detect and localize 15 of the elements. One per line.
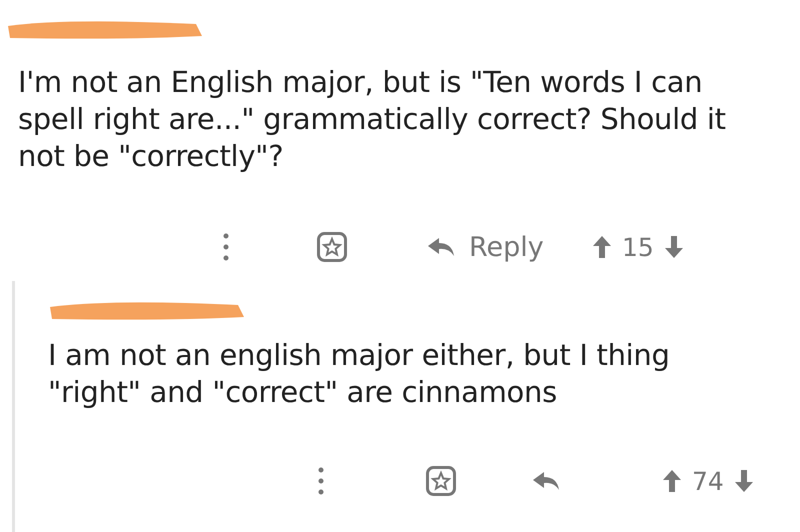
save-icon[interactable]: [317, 232, 347, 262]
reply-arrow-icon[interactable]: [532, 471, 560, 491]
downvote-icon[interactable]: [664, 235, 684, 259]
upvote-icon[interactable]: [592, 235, 612, 259]
more-icon[interactable]: [318, 467, 324, 495]
upvote-icon[interactable]: [662, 469, 682, 493]
vote-count: 15: [622, 232, 654, 262]
comment-text: I am not an english major either, but I thing "right" and "correct" are cinnamons: [48, 337, 671, 411]
save-icon[interactable]: [426, 466, 456, 496]
more-icon[interactable]: [223, 233, 229, 261]
reply-button[interactable]: Reply: [469, 232, 544, 262]
vote-count: 74: [692, 466, 724, 496]
reply-arrow-icon[interactable]: [427, 237, 455, 257]
comment-text: I'm not an English major, but is "Ten words I can spell right are..." grammatically correct? Should it not be "correctly"?: [18, 64, 727, 175]
downvote-icon[interactable]: [734, 469, 754, 493]
